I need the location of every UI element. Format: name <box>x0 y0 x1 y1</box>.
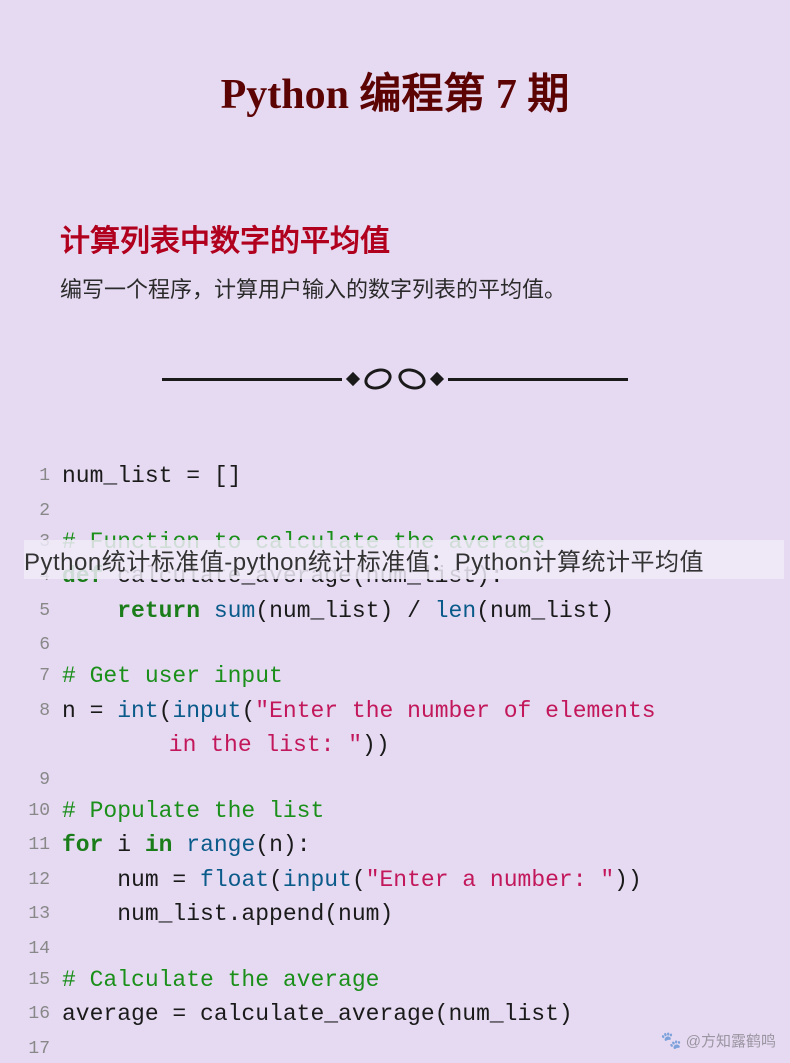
watermark-text: @方知露鹤鸣 <box>686 1030 776 1051</box>
code-line: in the list: ")) <box>20 728 790 763</box>
line-number: 9 <box>20 763 50 794</box>
scroll-icon <box>361 365 394 393</box>
code-text: num = float(input("Enter a number: ")) <box>50 863 642 898</box>
code-line: 2 <box>20 494 790 525</box>
line-number: 1 <box>20 459 50 490</box>
code-line: 11for i in range(n): <box>20 828 790 863</box>
line-number: 7 <box>20 659 50 690</box>
code-text: num_list.append(num) <box>50 897 393 932</box>
line-number: 14 <box>20 932 50 963</box>
ornamental-divider <box>0 359 790 399</box>
code-line: 10# Populate the list <box>20 794 790 829</box>
code-line: 5 return sum(num_list) / len(num_list) <box>20 594 790 629</box>
code-line: 9 <box>20 763 790 794</box>
divider-line-right <box>448 378 628 381</box>
divider-line-left <box>162 378 342 381</box>
diamond-icon <box>346 372 360 386</box>
code-line: 14 <box>20 932 790 963</box>
line-number: 10 <box>20 794 50 825</box>
code-line: 7# Get user input <box>20 659 790 694</box>
code-line: 12 num = float(input("Enter a number: ")… <box>20 863 790 898</box>
code-text: average = calculate_average(num_list) <box>50 997 573 1032</box>
line-number: 12 <box>20 863 50 894</box>
code-text: # Get user input <box>50 659 283 694</box>
line-number: 6 <box>20 628 50 659</box>
line-number: 5 <box>20 594 50 625</box>
divider-ornament <box>342 369 448 389</box>
diamond-icon <box>430 372 444 386</box>
code-text: for i in range(n): <box>50 828 311 863</box>
code-line: 6 <box>20 628 790 659</box>
overlay-caption: Python统计标准值-python统计标准值：Python计算统计平均值 <box>24 540 784 579</box>
line-number: 17 <box>20 1032 50 1063</box>
line-number: 11 <box>20 828 50 859</box>
section-subtitle: 计算列表中数字的平均值 <box>60 216 790 260</box>
watermark: 🐾 @方知露鹤鸣 <box>661 1030 776 1051</box>
code-line: 16average = calculate_average(num_list) <box>20 997 790 1032</box>
line-number: 8 <box>20 694 50 725</box>
code-text: # Calculate the average <box>50 963 379 998</box>
line-number <box>20 728 50 732</box>
line-number: 16 <box>20 997 50 1028</box>
code-text: return sum(num_list) / len(num_list) <box>50 594 614 629</box>
code-text: in the list: ")) <box>50 728 390 763</box>
code-line: 13 num_list.append(num) <box>20 897 790 932</box>
code-text: n = int(input("Enter the number of eleme… <box>50 694 656 729</box>
page-title: Python 编程第 7 期 <box>0 0 790 121</box>
line-number: 2 <box>20 494 50 525</box>
code-line: 15# Calculate the average <box>20 963 790 998</box>
line-number: 13 <box>20 897 50 928</box>
line-number: 15 <box>20 963 50 994</box>
code-line: 8n = int(input("Enter the number of elem… <box>20 694 790 729</box>
code-line: 1num_list = [] <box>20 459 790 494</box>
code-text: num_list = [] <box>50 459 241 494</box>
scroll-icon <box>395 365 428 393</box>
paw-icon: 🐾 <box>661 1031 682 1051</box>
code-text: # Populate the list <box>50 794 324 829</box>
section-description: 编写一个程序，计算用户输入的数字列表的平均值。 <box>60 272 790 304</box>
